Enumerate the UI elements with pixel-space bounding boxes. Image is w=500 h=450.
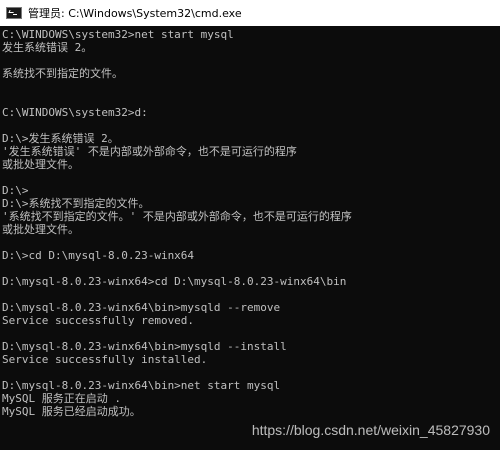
console-line: Service successfully installed. [2,353,208,366]
console-line: D:\mysql-8.0.23-winx64\bin>mysqld --remo… [2,301,281,314]
console-line: 系统找不到指定的文件。 [2,67,123,80]
console-line: D:\>cd D:\mysql-8.0.23-winx64 [2,249,195,262]
console-line: MySQL 服务正在启动 . [2,392,121,405]
console-line: D:\> [2,184,29,197]
console-line: '发生系统错误' 不是内部或外部命令，也不是可运行的程序 [2,145,297,158]
console-line: C:\WINDOWS\system32>net start mysql [2,28,234,41]
console-line: Service successfully removed. [2,314,195,327]
console-line: D:\mysql-8.0.23-winx64\bin>mysqld --inst… [2,340,287,353]
console-line: '系统找不到指定的文件。' 不是内部或外部命令，也不是可运行的程序 [2,210,352,223]
console-line: MySQL 服务已经启动成功。 [2,405,141,418]
console-line: 或批处理文件。 [2,223,79,236]
command-prompt-icon [6,7,22,19]
cmd-window: 管理员: C:\Windows\System32\cmd.exe C:\WIND… [0,0,500,450]
console-line: D:\mysql-8.0.23-winx64>cd D:\mysql-8.0.2… [2,275,347,288]
console-line: C:\WINDOWS\system32>d: [2,106,148,119]
window-title: 管理员: C:\Windows\System32\cmd.exe [28,7,242,20]
console-line: 发生系统错误 2。 [2,41,93,54]
title-bar[interactable]: 管理员: C:\Windows\System32\cmd.exe [0,0,500,26]
console-line: D:\mysql-8.0.23-winx64\bin>net start mys… [2,379,281,392]
console-output[interactable]: C:\WINDOWS\system32>net start mysql 发生系统… [0,26,500,450]
console-line: 或批处理文件。 [2,158,79,171]
watermark: https://blog.csdn.net/weixin_45827930 [251,422,490,438]
console-line: D:\>系统找不到指定的文件。 [2,197,150,210]
console-line: D:\>发生系统错误 2。 [2,132,119,145]
